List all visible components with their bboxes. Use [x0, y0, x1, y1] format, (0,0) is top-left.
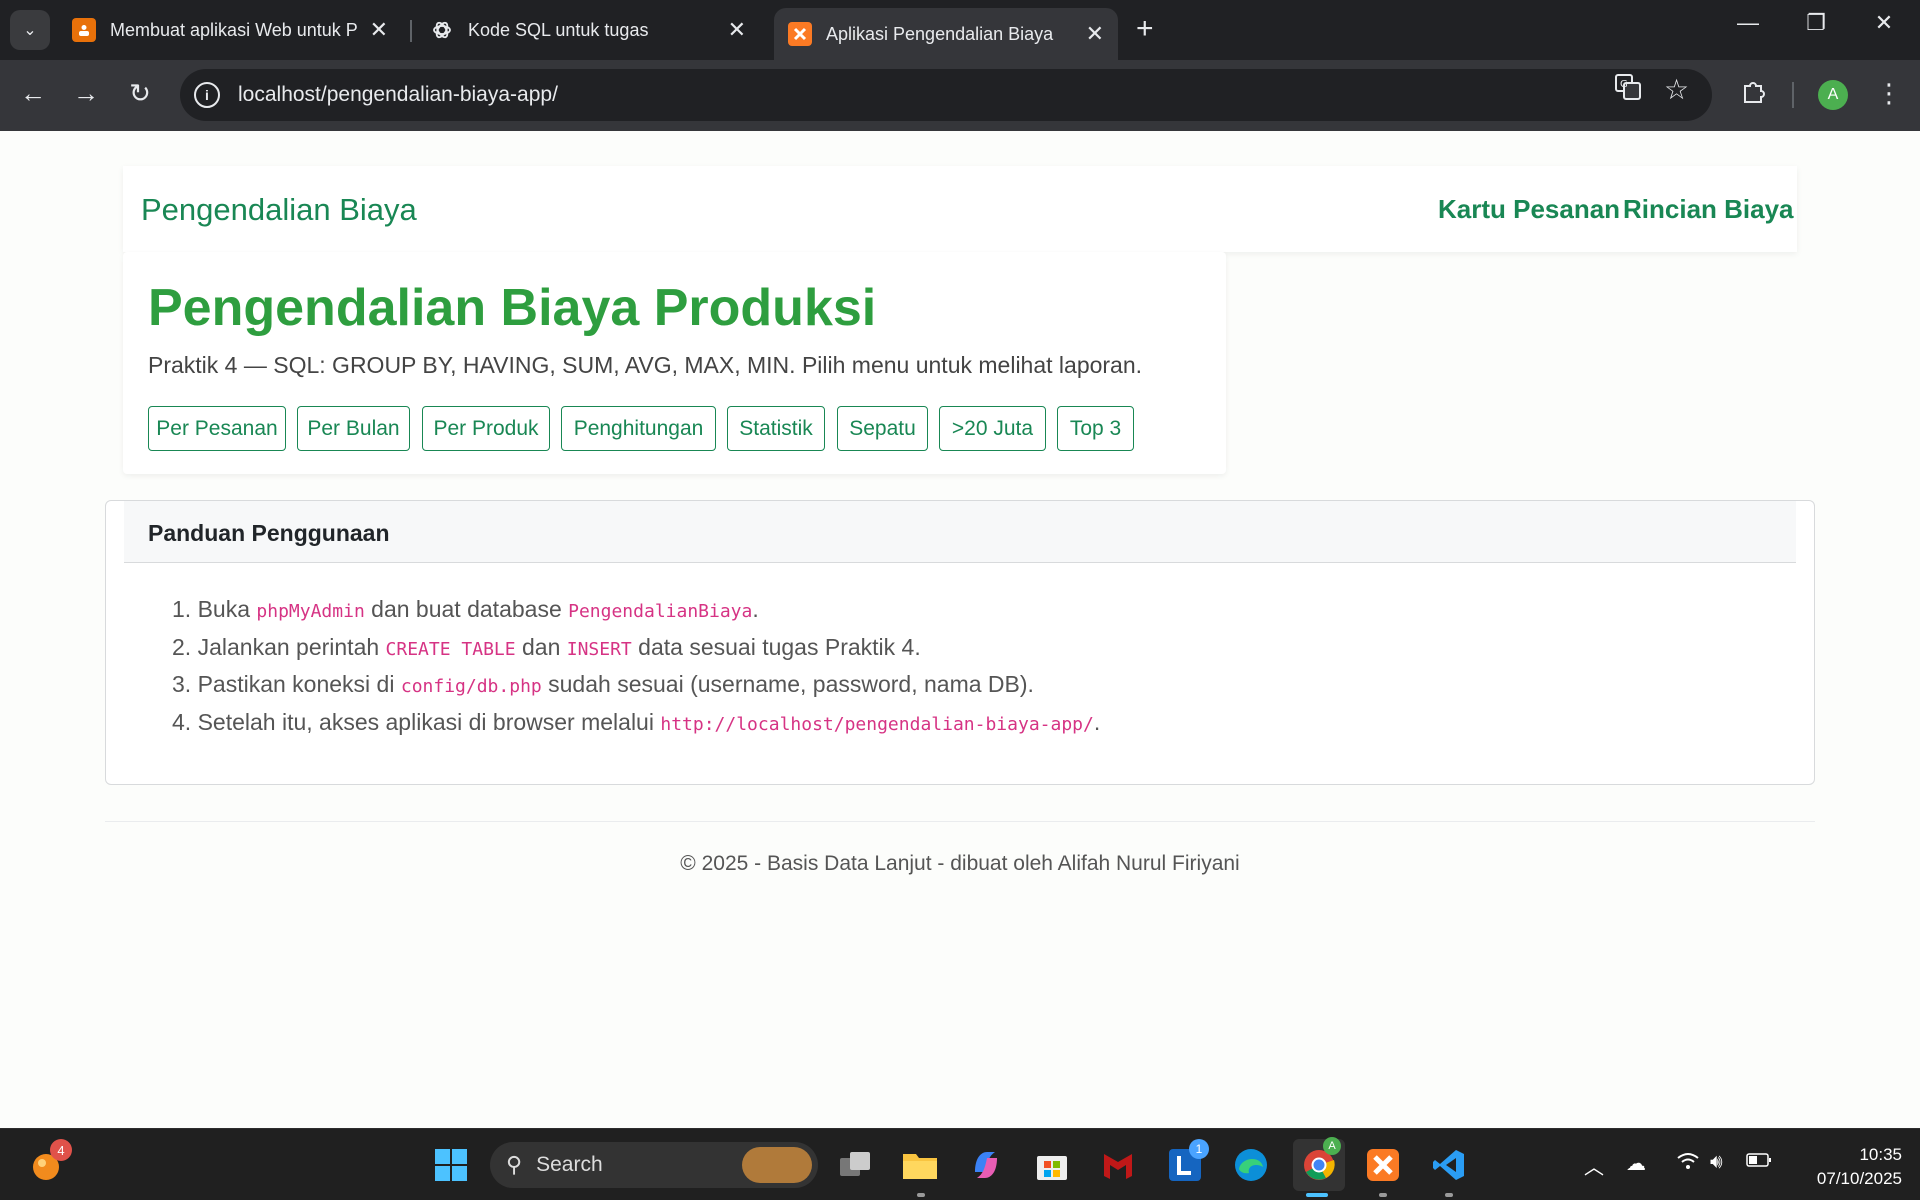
- tab-title: Membuat aplikasi Web untuk P: [110, 19, 358, 40]
- toolbar-divider: [1792, 82, 1794, 108]
- taskbar-search-box[interactable]: ⚲ Search: [490, 1142, 818, 1188]
- guide-steps-list: 1. Buka phpMyAdmin dan buat database Pen…: [172, 591, 1100, 741]
- browser-toolbar: ← → ↻ i localhost/pengendalian-biaya-app…: [0, 60, 1920, 131]
- volume-icon[interactable]: 🔊︎: [1710, 1151, 1723, 1174]
- guide-step: 2. Jalankan perintah CREATE TABLE dan IN…: [172, 633, 921, 660]
- windows-start-icon[interactable]: [429, 1143, 473, 1187]
- close-icon[interactable]: ✕: [360, 17, 388, 43]
- nav-link-kartu-pesanan[interactable]: Kartu Pesanan: [1438, 194, 1620, 225]
- guide-step: 4. Setelah itu, akses aplikasi di browse…: [172, 708, 1101, 735]
- profile-avatar[interactable]: A: [1818, 80, 1848, 110]
- search-icon: ⚲: [506, 1152, 523, 1177]
- guide-step: 3. Pastikan koneksi di config/db.php sud…: [172, 671, 1034, 697]
- btn-per-pesanan[interactable]: Per Pesanan: [148, 406, 286, 451]
- guide-title: Panduan Penggunaan: [148, 520, 390, 546]
- nav-link-rincian-biaya[interactable]: Rincian Biaya: [1623, 194, 1794, 225]
- slides-icon: [72, 18, 96, 42]
- microsoft-store-icon[interactable]: [1030, 1143, 1074, 1187]
- tab-title: Aplikasi Pengendalian Biaya: [826, 23, 1054, 44]
- lens-app-icon[interactable]: 1: [1163, 1139, 1209, 1187]
- tab-slides[interactable]: Membuat aplikasi Web untuk P ✕: [58, 8, 402, 52]
- btn-penghitungan[interactable]: Penghitungan: [561, 406, 716, 451]
- chevron-down-icon: ⌄: [23, 22, 37, 39]
- close-icon[interactable]: ✕: [1076, 21, 1104, 47]
- vscode-icon[interactable]: [1427, 1143, 1471, 1187]
- new-tab-plus-icon[interactable]: +: [1136, 12, 1154, 46]
- chatgpt-icon: [430, 18, 454, 42]
- search-highlight-image: [742, 1147, 812, 1183]
- bookmark-star-icon[interactable]: ☆: [1664, 73, 1689, 106]
- guide-step: 1. Buka phpMyAdmin dan buat database Pen…: [172, 596, 759, 622]
- page-footer: © 2025 - Basis Data Lanjut - dibuat oleh…: [680, 852, 1240, 875]
- site-info-icon[interactable]: i: [194, 82, 220, 108]
- guide-card: Panduan Penggunaan 1. Buka phpMyAdmin da…: [105, 500, 1815, 785]
- footer-divider: [105, 821, 1815, 822]
- running-indicator: [1379, 1193, 1387, 1197]
- chrome-icon[interactable]: A: [1293, 1137, 1345, 1191]
- btn-lebih-20-juta[interactable]: >20 Juta: [939, 406, 1046, 451]
- page-title: Pengendalian Biaya Produksi: [148, 279, 877, 337]
- tab-title: Kode SQL untuk tugas: [468, 19, 649, 40]
- tab-search-button[interactable]: ⌄: [10, 10, 50, 50]
- xampp-icon: [788, 22, 812, 46]
- window-close-icon[interactable]: ✕: [1864, 10, 1904, 36]
- clock-date: 07/10/2025: [1816, 1169, 1902, 1188]
- notification-badge: 4: [50, 1139, 72, 1161]
- minimize-icon[interactable]: —: [1728, 10, 1768, 36]
- active-app-indicator: [1306, 1193, 1328, 1197]
- clock-time: 10:35: [1859, 1145, 1902, 1164]
- btn-sepatu[interactable]: Sepatu: [837, 406, 928, 451]
- guide-card-header: Panduan Penggunaan: [124, 501, 1796, 563]
- lens-badge: 1: [1189, 1139, 1209, 1159]
- wifi-icon[interactable]: [1676, 1151, 1700, 1177]
- running-indicator: [917, 1193, 925, 1197]
- show-hidden-icons-icon[interactable]: ︿: [1584, 1151, 1604, 1180]
- running-indicator: [1445, 1193, 1453, 1197]
- edge-icon[interactable]: [1229, 1143, 1273, 1187]
- widgets-icon[interactable]: 4: [26, 1139, 72, 1187]
- svg-text:G: G: [1620, 79, 1628, 90]
- search-label: Search: [536, 1153, 603, 1176]
- btn-statistik[interactable]: Statistik: [727, 406, 825, 451]
- browser-tab-bar: ⌄ Membuat aplikasi Web untuk P ✕ Kode SQ…: [0, 0, 1920, 60]
- tab-aplikasi-active[interactable]: Aplikasi Pengendalian Biaya ✕: [774, 8, 1118, 60]
- url-text[interactable]: localhost/pengendalian-biaya-app/: [238, 83, 558, 107]
- translate-icon[interactable]: G: [1614, 73, 1642, 108]
- restore-icon[interactable]: ❐: [1796, 10, 1836, 36]
- xampp-taskbar-icon[interactable]: [1361, 1143, 1405, 1187]
- btn-top-3[interactable]: Top 3: [1057, 406, 1134, 451]
- copilot-icon[interactable]: [964, 1143, 1008, 1187]
- forward-arrow-icon[interactable]: →: [68, 78, 104, 109]
- file-explorer-icon[interactable]: [898, 1143, 942, 1187]
- extensions-puzzle-icon[interactable]: [1740, 78, 1766, 111]
- task-view-icon[interactable]: [833, 1143, 877, 1187]
- btn-per-produk[interactable]: Per Produk: [422, 406, 550, 451]
- address-bar[interactable]: i localhost/pengendalian-biaya-app/: [180, 69, 1712, 121]
- site-navbar: Pengendalian Biaya Kartu Pesanan Rincian…: [123, 166, 1797, 252]
- battery-icon[interactable]: [1746, 1151, 1772, 1174]
- back-arrow-icon[interactable]: ←: [15, 78, 51, 109]
- page-subtitle: Praktik 4 — SQL: GROUP BY, HAVING, SUM, …: [148, 352, 1143, 378]
- btn-per-bulan[interactable]: Per Bulan: [297, 406, 410, 451]
- reload-icon[interactable]: ↻: [122, 78, 158, 109]
- taskbar-clock[interactable]: 10:35 07/10/2025: [1790, 1143, 1902, 1191]
- windows-taskbar: 4 ⚲ Search 1 A ︿ ☁ 🔊︎ 10:35 07/10/2025: [0, 1128, 1920, 1200]
- close-icon[interactable]: ✕: [718, 17, 746, 43]
- chrome-profile-badge: A: [1323, 1137, 1341, 1155]
- onedrive-cloud-icon[interactable]: ☁: [1626, 1151, 1646, 1176]
- hero-panel: Pengendalian Biaya Produksi Praktik 4 — …: [123, 252, 1226, 474]
- mcafee-icon[interactable]: [1096, 1143, 1140, 1187]
- more-menu-icon[interactable]: ⋮: [1876, 78, 1902, 109]
- tab-chatgpt[interactable]: Kode SQL untuk tugas ✕: [416, 8, 760, 52]
- tab-divider: [410, 20, 412, 42]
- navbar-brand[interactable]: Pengendalian Biaya: [141, 192, 417, 228]
